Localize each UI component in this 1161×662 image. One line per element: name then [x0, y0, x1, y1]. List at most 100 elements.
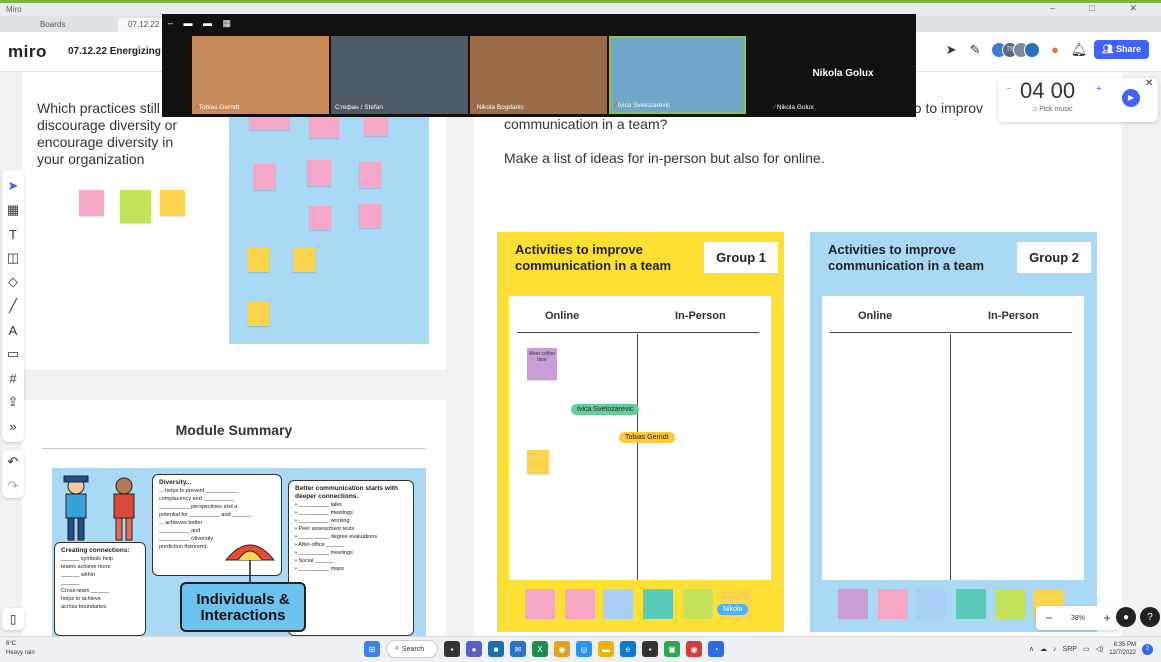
video-strip[interactable]: – ▬ ▬ ▦ ⁄ Tobias Gerndt Стефан / Stefan … — [162, 14, 916, 117]
palette-sticky[interactable] — [643, 589, 673, 619]
sticky-note[interactable] — [307, 160, 331, 186]
board-canvas[interactable]: Which practices still discourage diversi… — [0, 72, 1161, 636]
recording-icon[interactable]: ◉ — [686, 641, 702, 657]
select-tool-icon[interactable]: ➤ — [2, 174, 24, 198]
video-tile-active[interactable]: ⁄ Ivica Svetozarevic — [609, 36, 746, 114]
redo-icon[interactable]: ↷ — [2, 474, 24, 498]
avatar[interactable] — [1024, 41, 1041, 58]
weather-widget[interactable]: 6°C Heavy rain — [6, 640, 35, 658]
summary-illustration[interactable]: Diversity... ... helps to prevent ______… — [52, 468, 426, 636]
sticky-note[interactable] — [309, 206, 331, 230]
zoom-in-icon[interactable]: + — [1104, 611, 1111, 625]
app-icon[interactable]: ▪ — [642, 641, 658, 657]
celebrate-icon[interactable]: ✎ — [966, 41, 984, 59]
edge-icon[interactable]: e — [620, 641, 636, 657]
zoom-app-icon[interactable]: ◔ — [708, 641, 724, 657]
sticky-note-icon[interactable]: ◫ — [2, 246, 24, 270]
app-icon[interactable]: ■ — [488, 641, 504, 657]
mic-icon[interactable]: ♪ — [1053, 646, 1057, 653]
browser-icon[interactable]: ◎ — [576, 641, 592, 657]
task-view-icon[interactable]: ▪ — [444, 641, 460, 657]
bell-icon[interactable]: 🔔︎ — [1070, 41, 1088, 59]
close-icon[interactable]: ✕ — [1145, 78, 1153, 89]
video-tile[interactable]: Стефан / Stefan — [331, 36, 468, 114]
user-avatar-icon[interactable]: ● — [1046, 41, 1064, 59]
marker-icon[interactable]: A — [2, 318, 24, 342]
window-controls[interactable]: – □ ✕ — [1050, 3, 1153, 14]
undo-icon[interactable]: ↶ — [2, 450, 24, 474]
miro-logo[interactable]: miro — [8, 42, 47, 62]
play-icon[interactable]: ▶ — [1122, 89, 1140, 107]
sticky-note[interactable] — [527, 450, 549, 474]
notification-badge[interactable]: 2 — [1142, 643, 1153, 655]
language-indicator[interactable]: SRP — [1063, 646, 1077, 653]
focus-icon[interactable]: ● — [1116, 607, 1136, 627]
sticky-note[interactable] — [359, 162, 381, 188]
timer-increase[interactable]: + — [1096, 84, 1102, 95]
app-icon[interactable]: ▣ — [664, 641, 680, 657]
templates-icon[interactable]: ▦ — [2, 198, 24, 222]
palette-sticky[interactable] — [525, 589, 555, 619]
pick-music[interactable]: ♫ Pick music — [1032, 106, 1073, 113]
zoom-out-icon[interactable]: − — [1045, 611, 1052, 625]
sticky-note-yellow[interactable] — [160, 190, 185, 216]
group2-table[interactable]: Online In-Person — [822, 296, 1084, 580]
video-view-controls[interactable]: – ▬ ▬ ▦ — [168, 18, 235, 29]
file-explorer-icon[interactable]: ▬ — [598, 641, 614, 657]
board-title[interactable]: 07.12.22 Energizing — [68, 46, 161, 57]
tab-boards[interactable]: Boards — [30, 18, 75, 32]
excel-icon[interactable]: X — [532, 641, 548, 657]
mic-muted-icon: ⁄ — [474, 104, 476, 111]
palette-sticky[interactable] — [565, 589, 595, 619]
video-tile-no-camera[interactable]: Nikola Golux ⁄ Nikola Golux — [770, 36, 916, 114]
sticky-note[interactable] — [254, 164, 276, 190]
palette-sticky[interactable] — [916, 589, 946, 619]
palette-sticky[interactable] — [603, 589, 633, 619]
palette-sticky[interactable] — [878, 589, 908, 619]
zoom-level[interactable]: 38% — [1071, 615, 1085, 622]
video-tile[interactable]: ⁄ Nikola Bogdanic — [470, 36, 607, 114]
reactions-icon[interactable]: ➤ — [942, 41, 960, 59]
taskbar-search[interactable]: ⌕ Search — [386, 640, 438, 658]
more-tools-icon[interactable]: » — [2, 414, 24, 438]
frame-icon[interactable]: # — [2, 366, 24, 390]
sticky-note[interactable] — [247, 302, 269, 326]
comment-icon[interactable]: ▭ — [2, 342, 24, 366]
sticky-note[interactable] — [247, 248, 269, 272]
network-icon[interactable]: ▭ — [1083, 645, 1090, 653]
frames-panel-icon[interactable]: ▯ — [2, 608, 24, 630]
help-icon[interactable]: ? — [1140, 607, 1160, 627]
chevron-up-icon[interactable]: ∧ — [1029, 645, 1034, 653]
palette-sticky[interactable] — [996, 589, 1026, 619]
pen-icon[interactable]: ╱ — [2, 294, 24, 318]
windows-start-icon[interactable]: ⊞ — [364, 641, 380, 657]
chrome-icon[interactable]: ◉ — [554, 641, 570, 657]
collaborator-avatars[interactable]: TS — [991, 41, 1041, 58]
summary-frame[interactable]: Module Summary Diversity... ... helps to… — [22, 400, 446, 636]
palette-sticky[interactable] — [956, 589, 986, 619]
sticky-note[interactable] — [293, 248, 315, 272]
communication-frame[interactable]: do to improv communication in a team? Ma… — [474, 72, 1122, 636]
timer-widget[interactable]: − 04 00 + ♫ Pick music ▶ ✕ — [998, 78, 1158, 122]
video-tile[interactable]: ⁄ Tobias Gerndt — [192, 36, 329, 114]
timer-decrease[interactable]: − — [1006, 84, 1012, 95]
upload-icon[interactable]: ⇪ — [2, 390, 24, 414]
text-tool-icon[interactable]: T — [2, 222, 24, 246]
sticky-note[interactable] — [359, 204, 381, 228]
practices-sticky-board[interactable]: pay equity — [229, 102, 429, 344]
sticky-note[interactable]: Meet coffee time — [527, 348, 557, 380]
palette-sticky[interactable] — [838, 589, 868, 619]
outlook-icon[interactable]: ✉ — [510, 641, 526, 657]
palette-sticky[interactable] — [683, 589, 713, 619]
share-button[interactable]: 👥︎ Share — [1094, 40, 1149, 59]
sticky-note-pink[interactable] — [79, 190, 104, 216]
clock[interactable]: 8:35 PM 12/7/2022 — [1109, 641, 1136, 657]
group1-frame[interactable]: Activities to improve communication in a… — [497, 232, 784, 632]
shapes-icon[interactable]: ◇ — [2, 270, 24, 294]
sticky-note-green[interactable] — [120, 190, 151, 223]
group2-frame[interactable]: Activities to improve communication in a… — [810, 232, 1097, 632]
volume-icon[interactable]: ◁) — [1096, 645, 1104, 653]
cloud-icon[interactable]: ☁ — [1040, 645, 1047, 653]
chat-icon[interactable]: ● — [466, 641, 482, 657]
group1-table[interactable]: Online In-Person Meet coffee time Ivica … — [509, 296, 771, 580]
